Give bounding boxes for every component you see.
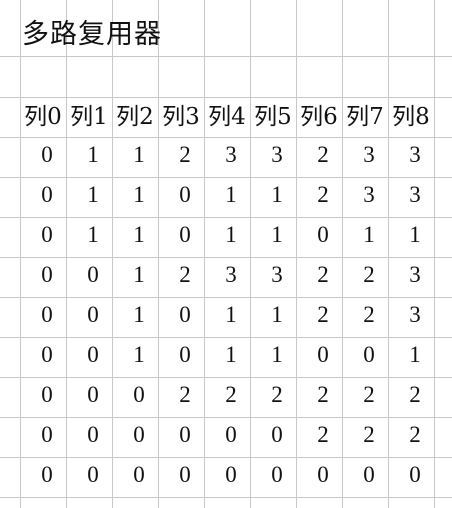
grid-column-line bbox=[20, 0, 21, 508]
grid-row-line bbox=[0, 497, 452, 498]
table-cell[interactable]: 0 bbox=[116, 415, 162, 455]
table-cell[interactable]: 2 bbox=[300, 375, 346, 415]
table-cell[interactable]: 0 bbox=[162, 455, 208, 495]
table-cell[interactable]: 3 bbox=[346, 175, 392, 215]
table-cell[interactable]: 0 bbox=[70, 375, 116, 415]
column-header-8[interactable]: 列8 bbox=[388, 97, 434, 137]
table-cell[interactable]: 1 bbox=[254, 215, 300, 255]
table-cell[interactable]: 1 bbox=[116, 175, 162, 215]
table-cell[interactable]: 0 bbox=[24, 415, 70, 455]
table-cell[interactable]: 1 bbox=[208, 295, 254, 335]
table-cell[interactable]: 2 bbox=[300, 135, 346, 175]
table-cell[interactable]: 2 bbox=[254, 375, 300, 415]
table-cell[interactable]: 3 bbox=[254, 135, 300, 175]
table-cell[interactable]: 0 bbox=[346, 335, 392, 375]
table-cell[interactable]: 0 bbox=[70, 455, 116, 495]
column-header-7[interactable]: 列7 bbox=[342, 97, 388, 137]
table-cell[interactable]: 0 bbox=[24, 255, 70, 295]
table-cell[interactable]: 0 bbox=[24, 295, 70, 335]
table-cell[interactable]: 0 bbox=[24, 175, 70, 215]
column-header-5[interactable]: 列5 bbox=[250, 97, 296, 137]
sheet-title[interactable]: 多路复用器 bbox=[22, 18, 162, 52]
table-cell[interactable]: 3 bbox=[254, 255, 300, 295]
table-cell[interactable]: 1 bbox=[116, 215, 162, 255]
column-header-6[interactable]: 列6 bbox=[296, 97, 342, 137]
grid-row-line bbox=[0, 56, 452, 57]
table-cell[interactable]: 1 bbox=[346, 215, 392, 255]
table-cell[interactable]: 1 bbox=[70, 175, 116, 215]
table-cell[interactable]: 1 bbox=[116, 335, 162, 375]
table-cell[interactable]: 0 bbox=[116, 455, 162, 495]
table-cell[interactable]: 0 bbox=[70, 295, 116, 335]
table-cell[interactable]: 0 bbox=[24, 335, 70, 375]
column-header-2[interactable]: 列2 bbox=[112, 97, 158, 137]
table-cell[interactable]: 3 bbox=[346, 135, 392, 175]
table-cell[interactable]: 2 bbox=[346, 295, 392, 335]
table-cell[interactable]: 2 bbox=[392, 415, 438, 455]
table-cell[interactable]: 2 bbox=[162, 135, 208, 175]
table-cell[interactable]: 2 bbox=[300, 175, 346, 215]
table-cell[interactable]: 3 bbox=[392, 295, 438, 335]
table-cell[interactable]: 2 bbox=[300, 295, 346, 335]
table-cell[interactable]: 3 bbox=[392, 135, 438, 175]
table-cell[interactable]: 1 bbox=[392, 335, 438, 375]
table-cell[interactable]: 1 bbox=[254, 335, 300, 375]
table-cell[interactable]: 2 bbox=[300, 255, 346, 295]
table-cell[interactable]: 1 bbox=[70, 135, 116, 175]
table-cell[interactable]: 2 bbox=[300, 415, 346, 455]
table-cell[interactable]: 2 bbox=[162, 255, 208, 295]
table-cell[interactable]: 3 bbox=[208, 135, 254, 175]
table-cell[interactable]: 0 bbox=[116, 375, 162, 415]
table-cell[interactable]: 1 bbox=[254, 295, 300, 335]
table-cell[interactable]: 0 bbox=[208, 415, 254, 455]
table-cell[interactable]: 2 bbox=[208, 375, 254, 415]
table-cell[interactable]: 2 bbox=[346, 375, 392, 415]
table-cell[interactable]: 0 bbox=[254, 455, 300, 495]
table-cell[interactable]: 1 bbox=[208, 335, 254, 375]
table-cell[interactable]: 0 bbox=[162, 295, 208, 335]
table-cell[interactable]: 0 bbox=[162, 215, 208, 255]
column-header-4[interactable]: 列4 bbox=[204, 97, 250, 137]
table-cell[interactable]: 3 bbox=[208, 255, 254, 295]
table-cell[interactable]: 0 bbox=[300, 215, 346, 255]
table-cell[interactable]: 1 bbox=[116, 295, 162, 335]
table-cell[interactable]: 0 bbox=[300, 455, 346, 495]
table-cell[interactable]: 0 bbox=[70, 335, 116, 375]
table-cell[interactable]: 0 bbox=[162, 335, 208, 375]
column-header-1[interactable]: 列1 bbox=[66, 97, 112, 137]
table-cell[interactable]: 2 bbox=[346, 415, 392, 455]
table-cell[interactable]: 0 bbox=[300, 335, 346, 375]
column-header-3[interactable]: 列3 bbox=[158, 97, 204, 137]
table-cell[interactable]: 0 bbox=[24, 135, 70, 175]
table-cell[interactable]: 0 bbox=[254, 415, 300, 455]
table-cell[interactable]: 0 bbox=[24, 215, 70, 255]
table-cell[interactable]: 0 bbox=[70, 415, 116, 455]
table-cell[interactable]: 3 bbox=[392, 175, 438, 215]
table-cell[interactable]: 0 bbox=[70, 255, 116, 295]
table-cell[interactable]: 0 bbox=[24, 375, 70, 415]
table-cell[interactable]: 0 bbox=[392, 455, 438, 495]
table-cell[interactable]: 2 bbox=[392, 375, 438, 415]
table-cell[interactable]: 2 bbox=[162, 375, 208, 415]
table-cell[interactable]: 1 bbox=[254, 175, 300, 215]
table-cell[interactable]: 0 bbox=[162, 175, 208, 215]
table-cell[interactable]: 1 bbox=[392, 215, 438, 255]
table-cell[interactable]: 1 bbox=[116, 255, 162, 295]
table-cell[interactable]: 0 bbox=[208, 455, 254, 495]
table-cell[interactable]: 1 bbox=[116, 135, 162, 175]
table-cell[interactable]: 1 bbox=[208, 175, 254, 215]
table-cell[interactable]: 1 bbox=[70, 215, 116, 255]
table-cell[interactable]: 0 bbox=[346, 455, 392, 495]
table-cell[interactable]: 2 bbox=[346, 255, 392, 295]
table-cell[interactable]: 3 bbox=[392, 255, 438, 295]
table-cell[interactable]: 0 bbox=[162, 415, 208, 455]
table-cell[interactable]: 0 bbox=[24, 455, 70, 495]
table-cell[interactable]: 1 bbox=[208, 215, 254, 255]
column-header-0[interactable]: 列0 bbox=[20, 97, 66, 137]
